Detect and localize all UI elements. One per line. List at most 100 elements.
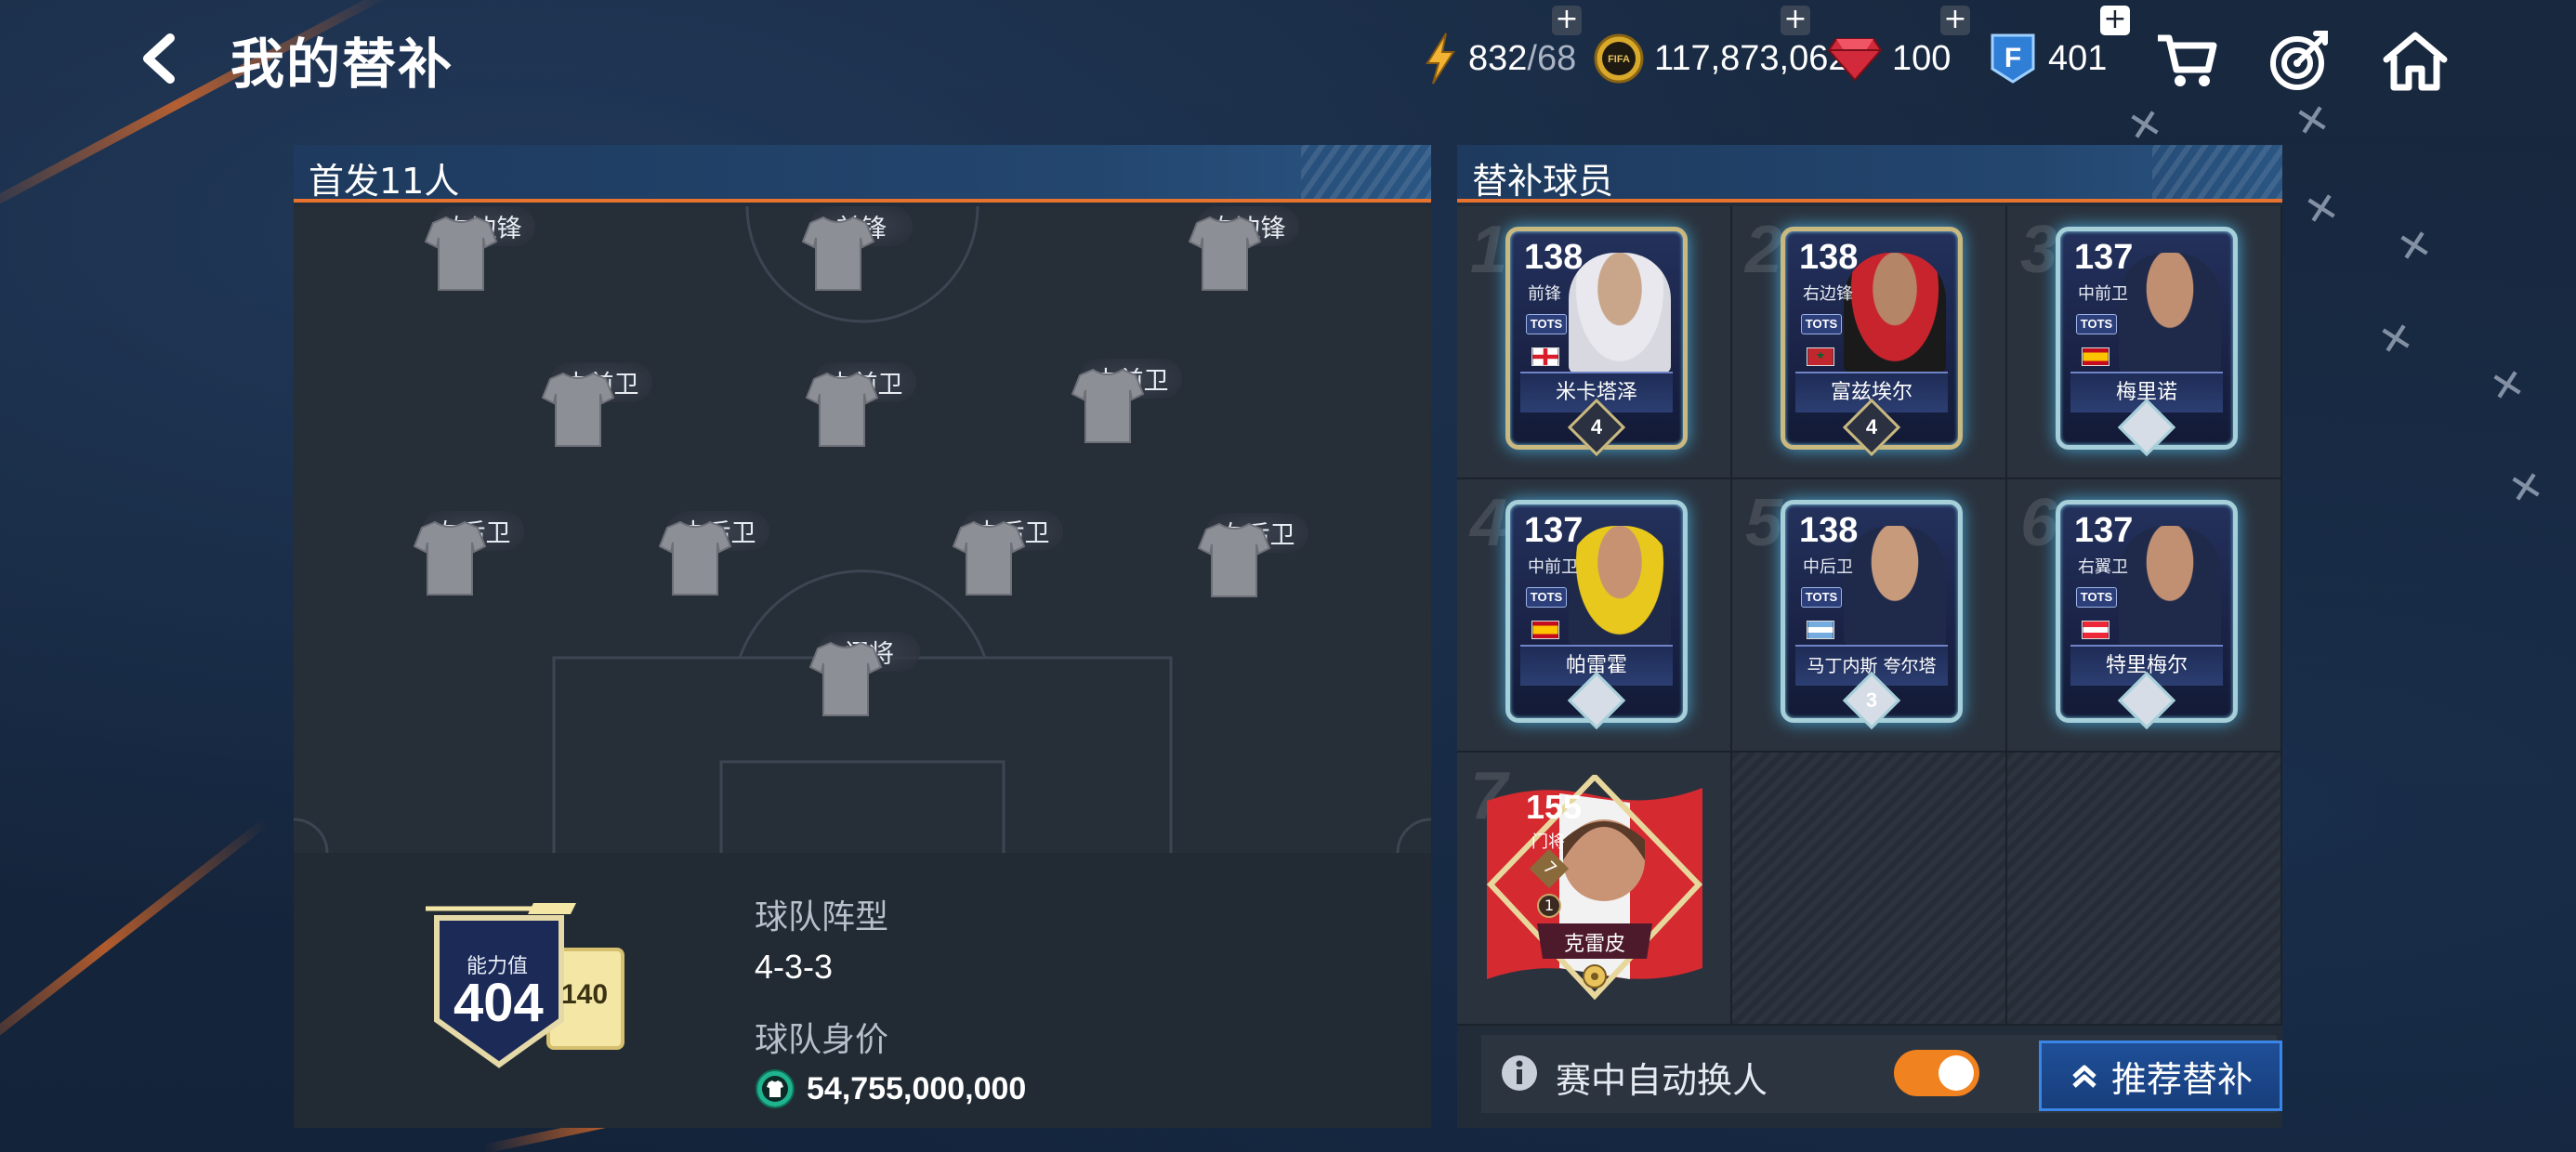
info-icon [1502,1055,1537,1091]
slot-number: 3 [2020,213,2058,287]
gems-resource[interactable]: 100 [1827,26,1951,91]
add-points-button[interactable]: + [2100,6,2130,35]
player-slot-rcb[interactable]: 中后卫 [952,511,1072,648]
tots-badge: TOTS [1801,587,1842,608]
recommend-subs-label: 推荐替补 [2110,1058,2253,1100]
sub-slot[interactable]: 7 155 门将 7 1 克雷皮 [1457,753,1732,1026]
tots-badge: TOTS [2076,314,2117,334]
player-rating: 137 [2074,511,2134,550]
objectives-button[interactable] [2264,24,2336,97]
points-resource[interactable]: F 401 [1987,26,2107,91]
austria-flag-icon [2082,621,2109,639]
player-slot-lb[interactable]: 左后卫 [413,511,533,648]
back-arrow-icon [143,33,175,84]
shirt-icon [1197,522,1271,597]
store-button[interactable] [2150,24,2223,97]
chemistry-value: 4 [1865,415,1878,439]
player-portrait [2119,526,2221,647]
add-energy-button[interactable]: + [1552,6,1582,35]
sub-slot[interactable]: 4 137 中前卫 TOTS 帕雷霍 [1457,479,1732,753]
lightning-icon [1426,33,1455,85]
sub-slot[interactable]: 6 137 右翼卫 TOTS 特里梅尔 [2007,479,2282,753]
shirt-icon [801,216,875,291]
player-portrait [2119,253,2221,373]
player-slot-cm[interactable]: 中前卫 [805,362,926,500]
add-gems-button[interactable]: + [1940,6,1970,35]
player-slot-rb[interactable]: 右后卫 [1197,513,1318,650]
slot-number: 6 [2020,486,2058,560]
auto-sub-row: 赛中自动换人 推荐替补 [1481,1035,2282,1113]
team-info: 能力值 404 140 球队阵型 4-3-3 球队身价 54,755,000,0… [294,853,1431,1128]
chemistry-value [2129,683,2164,718]
player-rating: 138 [1799,511,1859,550]
player-card[interactable]: 155 门将 7 1 克雷皮 [1483,775,1706,1007]
player-slot-gk[interactable]: 门将 [808,632,929,769]
recommend-subs-button[interactable]: 推荐替补 [2039,1041,2282,1111]
team-rating-badge: 能力值 404 140 [413,899,654,1085]
cart-icon [2158,34,2217,86]
player-rating: 138 [1524,238,1584,277]
slot-number: 4 [1470,486,1508,560]
formation-label: 球队阵型 [755,898,889,936]
player-rating: 138 [1799,238,1859,277]
shirt-icon [1071,368,1145,443]
player-portrait [1569,253,1671,373]
energy-max: /68 [1527,38,1577,78]
chemistry-value: 4 [1590,415,1603,439]
target-icon [2270,31,2328,90]
player-slot-lcm[interactable]: 中前卫 [541,362,662,500]
team-value-amount: 54,755,000,000 [807,1070,1027,1106]
tots-badge: TOTS [1526,587,1567,608]
player-slot-st[interactable]: 前锋 [801,206,922,344]
energy-resource[interactable]: 832/68 [1422,26,1576,91]
morocco-flag-icon [1807,347,1834,366]
svg-text:F: F [2004,43,2021,73]
chemistry-value: 3 [1865,688,1878,712]
team-rating-value: 404 [453,973,544,1033]
home-button[interactable] [2379,24,2451,97]
player-card[interactable]: 137 右翼卫 TOTS 特里梅尔 [2056,500,2238,730]
tots-badge: TOTS [2076,587,2117,608]
team-rating-side-value: 140 [561,979,609,1010]
player-card[interactable]: 138 中后卫 TOTS 马丁内斯 夸尔塔 3 [1781,500,1963,730]
rank-badge: 1 [1537,894,1561,918]
shirt-icon [1188,216,1262,291]
sub-slot[interactable]: 1 138 前锋 TOTS 米卡塔泽 4 [1457,206,1732,479]
player-card[interactable]: 137 中前卫 TOTS 梅里诺 [2056,227,2238,457]
subs-panel-header: 替补球员 [1457,145,2282,203]
back-button[interactable] [130,26,186,91]
player-portrait [1569,526,1671,647]
header-hatch [2152,145,2282,199]
team-value-label: 球队身价 [755,1021,889,1059]
sub-slot[interactable]: 2 138 右边锋 TOTS 富兹埃尔 4 [1732,206,2007,479]
player-slot-lw[interactable]: 左边锋 [424,206,545,344]
player-rating: 137 [2074,238,2134,277]
lineup-panel-title: 首发11人 [309,161,460,202]
player-card[interactable]: 137 中前卫 TOTS 帕雷霍 [1505,500,1688,730]
shirt-icon [952,520,1026,596]
sub-slot[interactable]: 3 137 中前卫 TOTS 梅里诺 [2007,206,2282,479]
shirt-icon [808,641,883,716]
player-slot-rcm[interactable]: 中前卫 [1071,359,1191,496]
add-coins-button[interactable]: + [1781,6,1810,35]
lineup-panel-header: 首发11人 [294,145,1431,203]
argentina-flag-icon [1807,621,1834,639]
gems-amount: 100 [1892,38,1952,78]
player-position: 中前卫 [2078,284,2128,304]
top-bar: 我的替补 832/68 + FIFA 117,873,062 + 100 + F [0,0,2576,121]
team-value: 54,755,000,000 [755,1068,1026,1109]
player-card[interactable]: 138 前锋 TOTS 米卡塔泽 4 [1505,227,1688,457]
tots-badge: TOTS [1801,314,1842,334]
shirt-icon [424,216,498,291]
sub-slot-empty[interactable] [1732,753,2007,1026]
shirt-icon [658,520,732,596]
chemistry-value [2129,410,2164,445]
player-slot-rw[interactable]: 右边锋 [1188,206,1308,344]
sub-slot[interactable]: 5 138 中后卫 TOTS 马丁内斯 夸尔塔 3 [1732,479,2007,753]
pitch: 左边锋 前锋 右边锋 中前卫 中前卫 中前卫 左后卫 中后卫 [294,206,1431,853]
coins-resource[interactable]: FIFA 117,873,062 [1593,26,1848,91]
auto-sub-toggle[interactable] [1894,1050,1979,1096]
player-card[interactable]: 138 右边锋 TOTS 富兹埃尔 4 [1781,227,1963,457]
player-slot-lcb[interactable]: 中后卫 [658,511,779,648]
sub-slot-empty[interactable] [2007,753,2282,1026]
